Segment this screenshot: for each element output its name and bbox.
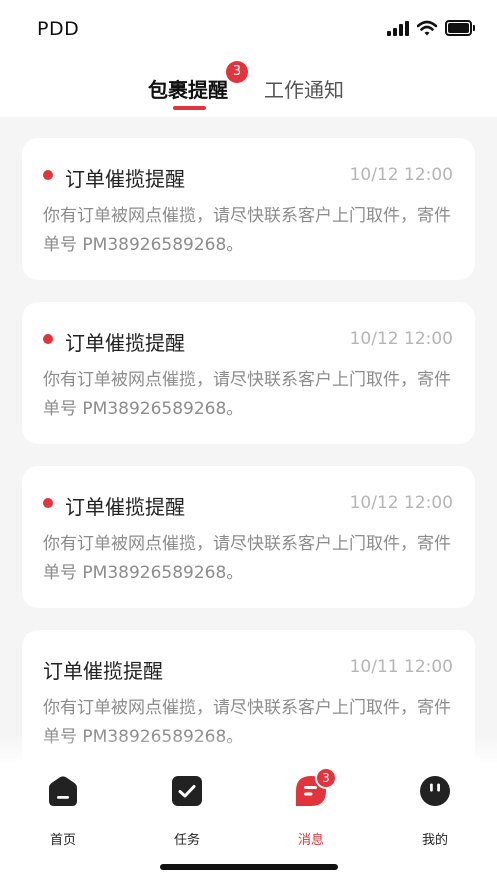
notification-title: 订单催揽提醒 [65, 167, 185, 191]
home-indicator[interactable] [160, 864, 338, 870]
tab-bar: 包裹提醒 3 工作通知 [0, 61, 497, 117]
notification-title: 订单催揽提醒 [43, 659, 163, 683]
nav-home[interactable]: 首页 [23, 776, 103, 848]
unread-dot [43, 170, 53, 180]
nav-messages[interactable]: 3 消息 [271, 767, 351, 848]
carrier-name: PDD [37, 18, 80, 40]
tab-work-notices[interactable]: 工作通知 [264, 74, 344, 103]
notification-card[interactable]: 订单催揽提醒 10/12 12:00 你有订单被网点催揽，请尽快联系客户上门取件… [22, 302, 475, 444]
signal-icon [387, 20, 409, 36]
home-icon [49, 776, 77, 806]
battery-icon [445, 20, 475, 36]
unread-dot [43, 498, 53, 508]
notification-card[interactable]: 订单催揽提醒 10/12 12:00 你有订单被网点催揽，请尽快联系客户上门取件… [22, 138, 475, 280]
nav-label: 消息 [297, 833, 324, 848]
notification-title: 订单催揽提醒 [65, 495, 185, 519]
messages-badge: 3 [315, 767, 337, 789]
notification-content: 你有订单被网点催揽，请尽快联系客户上门取件，寄件单号 PM38926589268… [43, 206, 451, 255]
task-icon [172, 776, 202, 806]
nav-label: 我的 [421, 833, 448, 848]
notification-time: 10/12 12:00 [349, 165, 453, 185]
status-icons [387, 20, 475, 36]
notification-list[interactable]: 订单催揽提醒 10/12 12:00 你有订单被网点催揽，请尽快联系客户上门取件… [0, 117, 497, 763]
list-fade [0, 735, 497, 765]
unread-dot [43, 334, 53, 344]
notification-time: 10/12 12:00 [349, 329, 453, 349]
active-tab-indicator [173, 106, 206, 110]
tab-parcel-reminders[interactable]: 包裹提醒 [148, 74, 228, 103]
header: PDD 包裹提醒 3 工作通知 [0, 0, 497, 117]
profile-icon [420, 776, 450, 806]
wifi-icon [417, 20, 437, 36]
nav-tasks[interactable]: 任务 [147, 776, 227, 848]
bottom-nav: 首页 任务 3 消息 我的 [0, 763, 497, 883]
tab-label: 包裹提醒 [148, 78, 228, 102]
notification-time: 10/11 12:00 [349, 657, 453, 677]
notification-content: 你有订单被网点催揽，请尽快联系客户上门取件，寄件单号 PM38926589268… [43, 534, 451, 583]
notification-time: 10/12 12:00 [349, 493, 453, 513]
tab-unread-badge: 3 [226, 61, 248, 83]
tab-label: 工作通知 [264, 78, 344, 102]
status-bar: PDD [0, 0, 497, 60]
nav-label: 任务 [173, 833, 200, 848]
notification-card[interactable]: 订单催揽提醒 10/12 12:00 你有订单被网点催揽，请尽快联系客户上门取件… [22, 466, 475, 608]
nav-label: 首页 [49, 833, 76, 848]
notification-title: 订单催揽提醒 [65, 331, 185, 355]
notification-content: 你有订单被网点催揽，请尽快联系客户上门取件，寄件单号 PM38926589268… [43, 370, 451, 419]
nav-profile[interactable]: 我的 [395, 776, 475, 848]
